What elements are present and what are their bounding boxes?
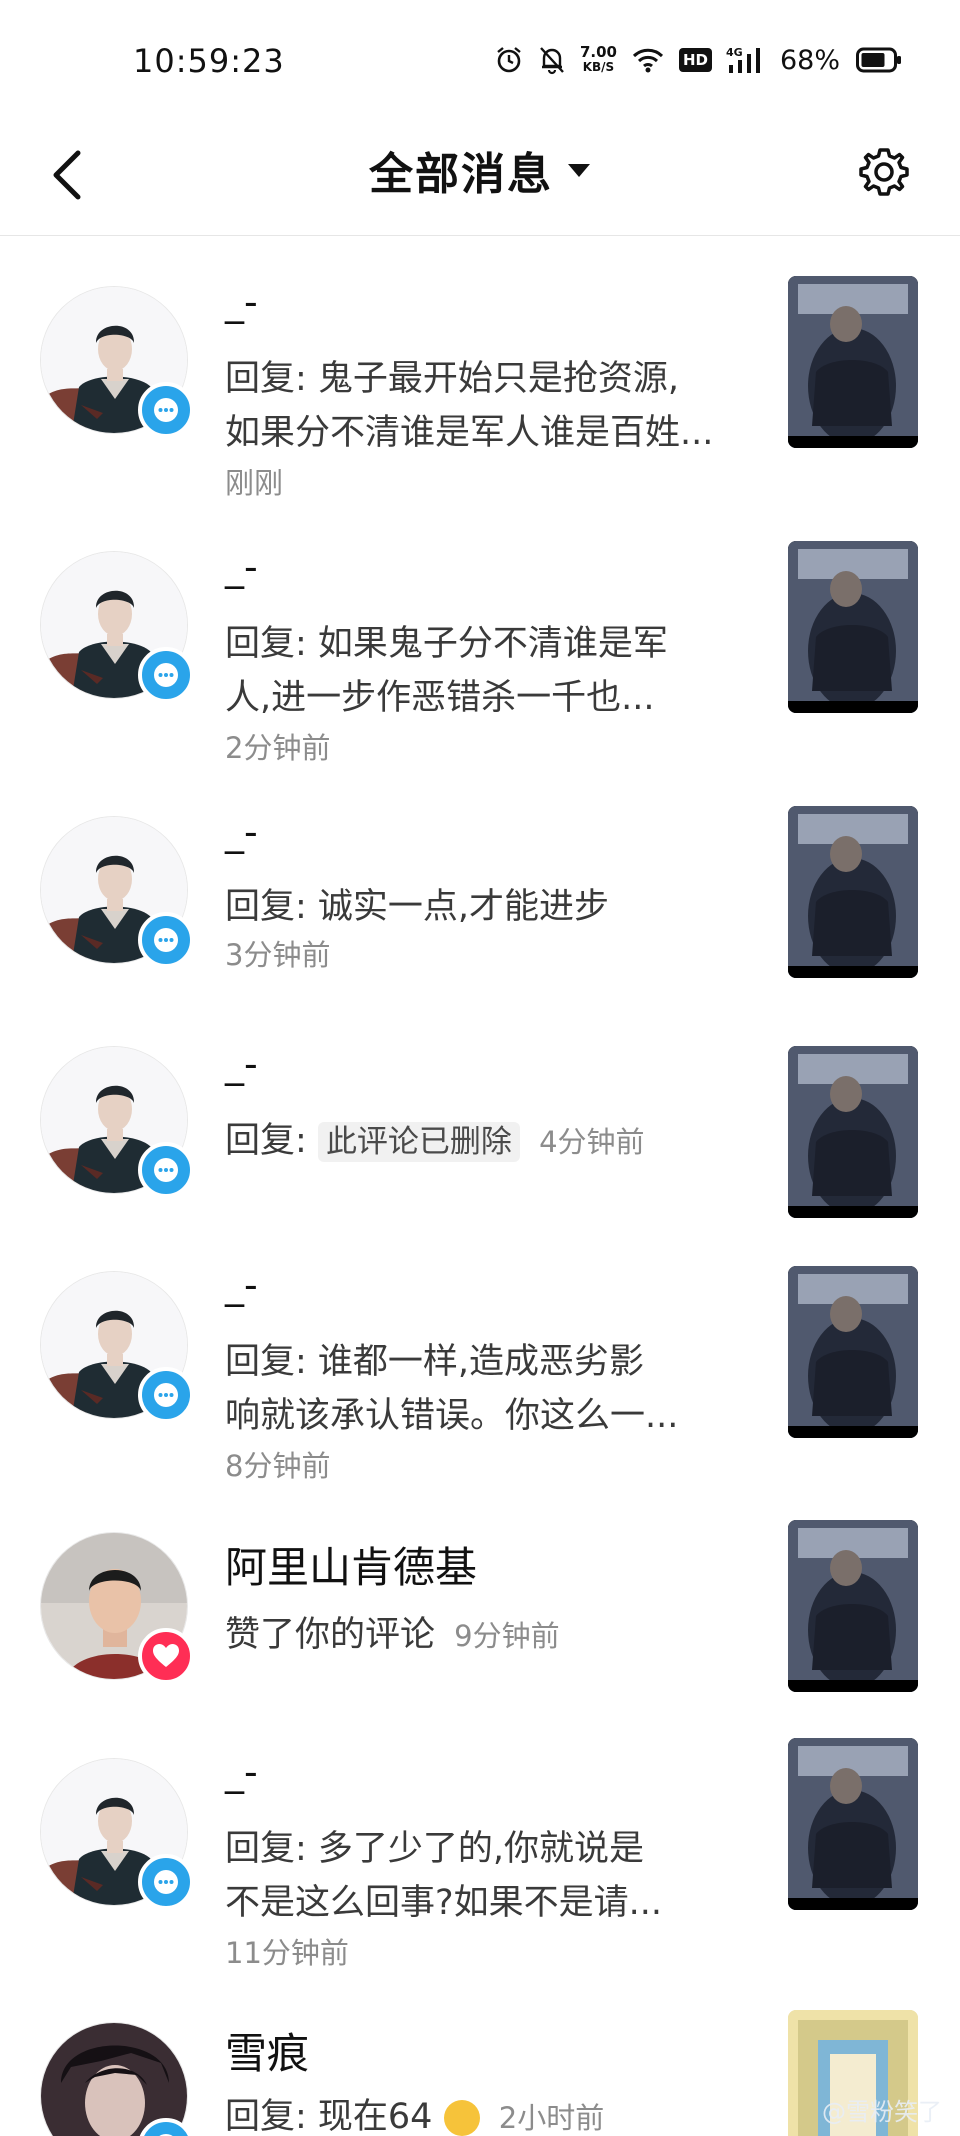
video-thumbnail[interactable] [788,1738,918,1910]
avatar-wrap [40,2022,194,2136]
comment-badge [138,1142,194,1198]
status-icons: 7.00 KB/S HD 4G 68% [494,40,902,80]
alarm-icon [494,45,524,75]
video-thumbnail[interactable] [788,1046,918,1218]
message-line-1: 回复: 如果鬼子分不清谁是军 [225,624,668,664]
like-text: 赞了你的评论 [225,1615,436,1655]
sender-name: 阿里山肯德基 [225,1543,478,1592]
message-item[interactable]: _- 回复: 鬼子最开始只是抢资源, 如果分不清谁是军人谁是百姓... 刚刚 [0,256,960,500]
message-item[interactable]: _- 回复: 多了少了的,你就说是 不是这么回事?如果不是请... 11分钟前 [0,1736,960,1976]
comment-bubble-icon [154,1383,178,1407]
comment-badge [138,647,194,703]
comment-bubble-icon [154,1870,178,1894]
message-time: 3分钟前 [225,938,331,972]
message-line-1: 回复: 鬼子最开始只是抢资源, [225,359,680,399]
video-thumbnail[interactable] [788,1520,918,1692]
avatar-wrap [40,551,194,703]
message-line-1: 回复: 现在64 2小时前 [225,2088,604,2136]
message-time: 9分钟前 [454,1619,560,1653]
message-line-2: 人,进一步作恶错杀一千也... [225,678,655,718]
battery-icon [856,47,902,73]
like-badge [138,1628,194,1684]
speed-unit: KB/S [582,60,615,74]
message-line-2: 如果分不清谁是军人谁是百姓... [225,413,714,453]
message-item[interactable]: 阿里山肯德基 赞了你的评论 9分钟前 [0,1516,960,1716]
message-item[interactable]: 雪痕 回复: 现在64 2小时前 [0,2006,960,2136]
comment-bubble-icon [154,398,178,422]
header: 全部消息 [0,120,960,236]
page-title: 全部消息 [369,149,553,200]
message-line-2: 响就该承认错误。你这么一... [225,1396,679,1436]
message-time: 2小时前 [498,2101,605,2135]
signal-icon: 4G [726,45,766,75]
message-line-1: 回复: 诚实一点,才能进步 [225,887,610,927]
sender-name: _- [225,1263,258,1307]
network-speed: 7.00 KB/S [580,45,617,75]
settings-button[interactable] [844,132,924,212]
deleted-comment-tag: 此评论已删除 [317,1122,520,1162]
video-thumbnail[interactable] [788,1266,918,1438]
title-dropdown[interactable]: 全部消息 [0,138,960,202]
hd-badge: HD [678,48,712,72]
comment-bubble-icon [154,663,178,687]
avatar-wrap [40,286,194,438]
message-line-2: 不是这么回事?如果不是请... [225,1883,662,1923]
sender-name: _- [225,545,258,589]
message-item[interactable]: _- 回复: 诚实一点,才能进步 3分钟前 [0,786,960,986]
mute-bell-icon [538,45,566,75]
video-thumbnail[interactable] [788,806,918,978]
status-bar: 10:59:23 7.00 KB/S HD 4G 68% [0,0,960,120]
emoji-icon [443,2100,480,2136]
network-type: 4G [726,46,743,59]
avatar-wrap [40,1758,194,1910]
comment-bubble-icon [159,2134,173,2136]
status-time: 10:59:23 [133,42,285,80]
avatar-wrap [40,1046,194,1198]
sender-name: 雪痕 [225,2029,310,2078]
comment-bubble-icon [154,928,178,952]
video-thumbnail[interactable] [788,541,918,713]
message-item[interactable]: _- 回复: 谁都一样,造成恶劣影 响就该承认错误。你这么一... 8分钟前 [0,1251,960,1491]
message-item[interactable]: _- 回复: 如果鬼子分不清谁是军 人,进一步作恶错杀一千也... 2分钟前 [0,521,960,765]
heart-icon [153,1644,179,1667]
avatar-wrap [40,1271,194,1423]
message-line-1: 回复: 谁都一样,造成恶劣影 [225,1342,645,1382]
message-line-1: 回复: 此评论已删除 4分钟前 [225,1112,645,1163]
message-time: 11分钟前 [225,1936,349,1970]
comment-badge [138,1367,194,1423]
battery-percent: 68% [779,44,840,76]
reply-text: 回复: 现在64 [225,2097,433,2136]
message-time: 8分钟前 [225,1449,331,1483]
sender-name: _- [225,280,258,324]
sender-name: _- [225,810,258,854]
message-line-1: 回复: 多了少了的,你就说是 [225,1829,645,1869]
watermark: @雪粉笑了 [822,2098,942,2126]
message-item[interactable]: _- 回复: 此评论已删除 4分钟前 [0,1026,960,1226]
message-line-1: 赞了你的评论 9分钟前 [225,1606,560,1657]
sender-name: _- [225,1042,258,1086]
sender-name: _- [225,1750,258,1794]
wifi-icon [631,46,665,74]
message-time: 4分钟前 [539,1125,645,1159]
reply-prefix: 回复: [225,1121,307,1161]
message-time: 刚刚 [225,466,284,500]
speed-value: 7.00 [579,43,617,61]
comment-bubble-icon [154,1158,178,1182]
comment-badge [138,1854,194,1910]
message-time: 2分钟前 [225,731,331,765]
comment-badge [138,382,194,438]
video-thumbnail[interactable] [788,276,918,448]
settings-gear-icon [859,148,909,196]
avatar-wrap [40,816,194,968]
avatar-wrap [40,1532,194,1684]
dropdown-triangle-icon [568,164,590,177]
comment-badge [138,912,194,968]
